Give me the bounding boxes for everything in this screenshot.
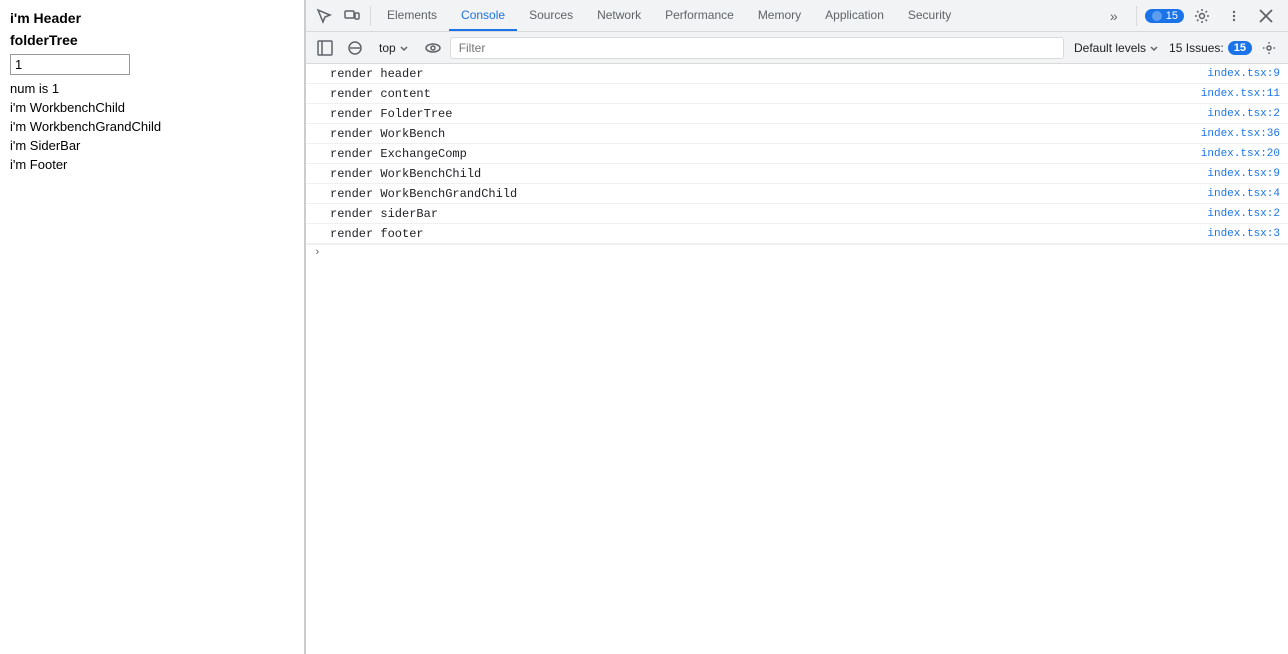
- footer-text: i'm Footer: [10, 157, 294, 172]
- default-levels-label: Default levels: [1074, 41, 1146, 55]
- console-input-row: ›: [306, 244, 1288, 261]
- toolbar-divider: [370, 6, 371, 26]
- console-message: render ExchangeComp: [330, 147, 467, 161]
- tab-application[interactable]: Application: [813, 0, 896, 31]
- devtools-panel: Elements Console Sources Network Perform…: [305, 0, 1288, 654]
- default-levels-selector[interactable]: Default levels: [1068, 39, 1165, 57]
- sider-bar-text: i'm SiderBar: [10, 138, 294, 153]
- console-message: render header: [330, 67, 424, 81]
- tab-console[interactable]: Console: [449, 0, 517, 31]
- source-link[interactable]: index.tsx:9: [1207, 68, 1280, 80]
- folder-tree-label: folderTree: [10, 32, 294, 48]
- workbench-grandchild-text: i'm WorkbenchGrandChild: [10, 119, 294, 134]
- tab-network[interactable]: Network: [585, 0, 653, 31]
- console-prompt-chevron: ›: [314, 247, 321, 259]
- source-link[interactable]: index.tsx:2: [1207, 108, 1280, 120]
- context-label: top: [379, 41, 396, 55]
- filter-input[interactable]: [450, 37, 1064, 59]
- tab-performance[interactable]: Performance: [653, 0, 746, 31]
- num-text: num is 1: [10, 81, 294, 96]
- issues-count-badge: 15: [1228, 41, 1252, 55]
- source-link[interactable]: index.tsx:4: [1207, 188, 1280, 200]
- issues-badge-count: 15: [1166, 10, 1178, 22]
- console-row: render WorkBenchChild index.tsx:9: [306, 164, 1288, 184]
- console-message: render WorkBench: [330, 127, 445, 141]
- toolbar-right: » 15: [1100, 2, 1284, 30]
- console-sidebar-icon[interactable]: [312, 35, 338, 61]
- tab-memory[interactable]: Memory: [746, 0, 813, 31]
- console-message: render FolderTree: [330, 107, 452, 121]
- close-icon[interactable]: [1252, 2, 1280, 30]
- num-input[interactable]: [10, 54, 130, 75]
- console-message: render WorkBenchGrandChild: [330, 187, 517, 201]
- devtools-toolbar: Elements Console Sources Network Perform…: [306, 0, 1288, 32]
- console-row: render WorkBenchGrandChild index.tsx:4: [306, 184, 1288, 204]
- console-row: render content index.tsx:11: [306, 84, 1288, 104]
- more-options-icon[interactable]: [1220, 2, 1248, 30]
- context-selector[interactable]: top: [372, 38, 416, 58]
- console-row: render ExchangeComp index.tsx:20: [306, 144, 1288, 164]
- device-toggle-icon[interactable]: [338, 2, 366, 30]
- inspect-icon[interactable]: [310, 2, 338, 30]
- issues-label: 15 Issues:: [1169, 41, 1224, 55]
- console-row: render FolderTree index.tsx:2: [306, 104, 1288, 124]
- workbench-child-text: i'm WorkbenchChild: [10, 100, 294, 115]
- console-message: render footer: [330, 227, 424, 241]
- default-levels-chevron-icon: [1149, 43, 1159, 53]
- issues-badge[interactable]: 15: [1145, 9, 1184, 23]
- console-row: render footer index.tsx:3: [306, 224, 1288, 244]
- toolbar-divider-2: [1136, 6, 1137, 26]
- console-toolbar: top Default levels 15 Issues: 15: [306, 32, 1288, 64]
- console-message: render content: [330, 87, 431, 101]
- source-link[interactable]: index.tsx:2: [1207, 208, 1280, 220]
- settings-icon[interactable]: [1188, 2, 1216, 30]
- console-row: render siderBar index.tsx:2: [306, 204, 1288, 224]
- console-message: render WorkBenchChild: [330, 167, 481, 181]
- tab-elements[interactable]: Elements: [375, 0, 449, 31]
- console-content: render header index.tsx:9 render content in…: [306, 64, 1288, 654]
- tab-security[interactable]: Security: [896, 0, 963, 31]
- source-link[interactable]: index.tsx:9: [1207, 168, 1280, 180]
- more-tabs-button[interactable]: »: [1100, 2, 1128, 30]
- context-chevron-icon: [399, 43, 409, 53]
- console-row: render header index.tsx:9: [306, 64, 1288, 84]
- console-row: render WorkBench index.tsx:36: [306, 124, 1288, 144]
- webpage-panel: i'm Header folderTree num is 1 i'm Workb…: [0, 0, 305, 654]
- header-text: i'm Header: [10, 10, 294, 26]
- source-link[interactable]: index.tsx:20: [1201, 148, 1280, 160]
- console-settings-icon[interactable]: [1256, 35, 1282, 61]
- source-link[interactable]: index.tsx:3: [1207, 228, 1280, 240]
- clear-console-icon[interactable]: [342, 35, 368, 61]
- source-link[interactable]: index.tsx:36: [1201, 128, 1280, 140]
- tab-sources[interactable]: Sources: [517, 0, 585, 31]
- source-link[interactable]: index.tsx:11: [1201, 88, 1280, 100]
- issues-count[interactable]: 15 Issues: 15: [1169, 41, 1252, 55]
- devtools-tabs: Elements Console Sources Network Perform…: [375, 0, 1100, 31]
- eye-icon[interactable]: [420, 35, 446, 61]
- console-message: render siderBar: [330, 207, 438, 221]
